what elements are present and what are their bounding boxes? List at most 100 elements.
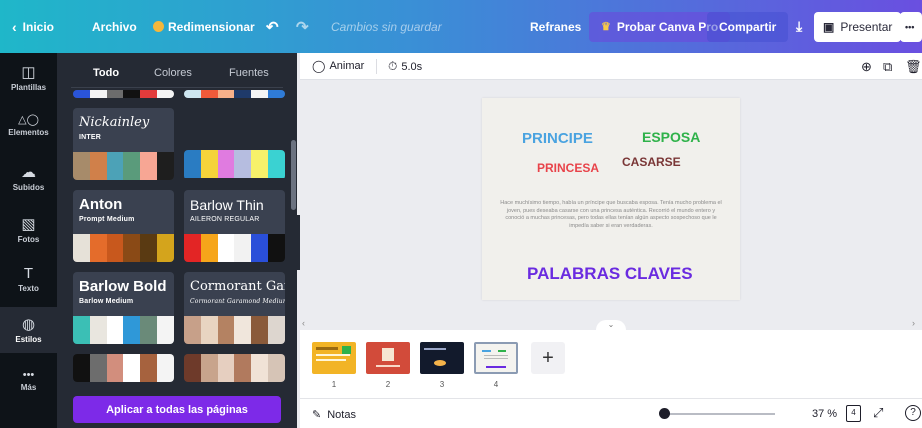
style-card[interactable]: Cormorant Gar Cormorant Garamond Medium xyxy=(184,272,285,344)
slide-word-esposa[interactable]: ESPOSA xyxy=(642,129,700,145)
home-button[interactable]: ‹ Inicio xyxy=(12,0,54,53)
plus-icon: + xyxy=(542,346,554,369)
page-count-icon[interactable]: 4 xyxy=(846,405,861,422)
scroll-right-icon[interactable]: › xyxy=(912,318,915,328)
undo-icon[interactable]: ↶ xyxy=(266,0,279,53)
style-card[interactable]: Anton Prompt Medium xyxy=(73,190,174,262)
slide-paragraph[interactable]: Hace muchísimo tiempo, había un príncipe… xyxy=(500,200,722,230)
style-card-title: Barlow Bold xyxy=(79,278,167,295)
style-card-subtitle: Cormorant Garamond Medium xyxy=(190,298,285,305)
file-menu[interactable]: Archivo xyxy=(92,0,137,53)
tab-colors[interactable]: Colores xyxy=(154,67,192,79)
more-options-button[interactable]: ••• xyxy=(900,11,922,42)
page-thumbnails: 1 2 3 4 + xyxy=(300,330,922,398)
sidebar-item-label: Texto xyxy=(18,284,39,293)
style-card-title: Nickainley xyxy=(79,115,150,130)
style-card[interactable]: Barlow Thin AILERON REGULAR xyxy=(184,190,285,262)
slide-word-princesa[interactable]: PRINCESA xyxy=(537,161,599,175)
sidebar-item-templates[interactable]: ◫ Plantillas xyxy=(0,59,57,99)
present-icon: ▣ xyxy=(823,19,835,34)
animate-label: Animar xyxy=(329,60,365,72)
help-icon[interactable]: ? xyxy=(905,405,921,421)
resize-button[interactable]: Redimensionar xyxy=(153,0,255,53)
style-card[interactable]: Barlow Bold Barlow Medium xyxy=(73,272,174,344)
present-button[interactable]: ▣ Presentar xyxy=(814,11,902,42)
scroll-left-icon[interactable]: ‹ xyxy=(302,318,305,328)
color-palette xyxy=(73,152,174,180)
page-number: 1 xyxy=(331,380,337,389)
sidebar-item-label: Plantillas xyxy=(10,83,47,92)
page-thumbnail-1[interactable] xyxy=(312,342,356,374)
tab-fonts[interactable]: Fuentes xyxy=(229,67,269,79)
upload-icon: ☁ xyxy=(21,164,36,181)
more-icon: ••• xyxy=(22,369,35,381)
sidebar-item-label: Más xyxy=(20,383,37,392)
apply-all-pages-button[interactable]: Aplicar a todas las páginas xyxy=(73,396,281,423)
present-label: Presentar xyxy=(840,19,893,34)
page-thumbnail-3[interactable] xyxy=(420,342,464,374)
sidebar-item-elements[interactable]: △◯ Elementos xyxy=(0,109,57,149)
sidebar-item-more[interactable]: ••• Más xyxy=(0,365,57,405)
slide-word-casarse[interactable]: CASARSE xyxy=(622,155,681,169)
color-palette xyxy=(73,316,174,344)
redo-icon[interactable]: ↷ xyxy=(296,0,309,53)
page-thumbnail-4[interactable] xyxy=(474,342,518,374)
duplicate-page-icon[interactable]: ⧉ xyxy=(883,59,892,75)
download-button[interactable]: ⤓ xyxy=(787,12,811,42)
style-card[interactable]: Nickainley INTER xyxy=(73,108,174,180)
photos-icon: ▧ xyxy=(21,216,36,233)
animate-icon: ◯ xyxy=(312,59,326,73)
style-card-title: Cormorant Gar xyxy=(190,279,285,294)
delete-page-icon[interactable]: 🗑 xyxy=(905,59,922,75)
templates-icon: ◫ xyxy=(21,64,36,81)
fullscreen-icon[interactable]: ⤢ xyxy=(873,405,883,421)
slide-heading[interactable]: PALABRAS CLAVES xyxy=(527,264,693,284)
notes-button[interactable]: ✎ Notas xyxy=(312,408,356,422)
page-number: 4 xyxy=(493,380,499,389)
style-card[interactable] xyxy=(73,354,174,382)
zoom-slider-handle[interactable] xyxy=(659,408,670,419)
sidebar-item-uploads[interactable]: ☁ Subidos xyxy=(0,159,57,199)
crown-coin-icon xyxy=(153,21,164,32)
save-status: Cambios sin guardar xyxy=(331,19,442,34)
toolbar-divider xyxy=(376,59,377,74)
styles-icon: ◍ xyxy=(21,316,36,333)
page-number: 3 xyxy=(439,380,445,389)
zoom-level[interactable]: 37 % xyxy=(812,408,837,420)
tabs-divider xyxy=(71,87,283,88)
style-card-subtitle: Barlow Medium xyxy=(79,298,134,305)
notes-label: Notas xyxy=(327,408,356,421)
style-card[interactable] xyxy=(184,150,285,180)
animate-button[interactable]: ◯ Animar xyxy=(312,59,364,73)
share-button[interactable]: Compartir xyxy=(707,11,789,42)
sidebar-item-label: Elementos xyxy=(8,128,49,137)
slide-page[interactable]: PRINCIPE ESPOSA PRINCESA CASARSE Hace mu… xyxy=(482,98,740,300)
sidebar-item-label: Fotos xyxy=(17,235,40,244)
panel-scrollbar[interactable] xyxy=(291,140,296,210)
try-pro-label: Probar Canva Pro xyxy=(616,19,719,34)
zoom-slider[interactable] xyxy=(665,413,775,415)
sidebar-item-styles[interactable]: ◍ Estilos xyxy=(0,307,57,353)
color-palette xyxy=(73,234,174,262)
resize-label: Redimensionar xyxy=(168,19,255,34)
sidebar-item-text[interactable]: T Texto xyxy=(0,261,57,301)
chevron-left-icon: ‹ xyxy=(12,18,17,35)
style-card[interactable] xyxy=(184,354,285,382)
document-title[interactable]: Refranes xyxy=(530,0,581,53)
add-page-button[interactable]: + xyxy=(531,342,565,374)
page-thumbnail-2[interactable] xyxy=(366,342,410,374)
page-number: 2 xyxy=(385,380,391,389)
sidebar-item-label: Estilos xyxy=(15,335,42,344)
sidebar-item-label: Subidos xyxy=(12,183,45,192)
editor-toolbar: ◯ Animar ⏱ 5.0s ⊕ ⧉ 🗑 xyxy=(300,53,922,80)
timer-icon: ⏱ xyxy=(388,59,398,73)
duration-button[interactable]: ⏱ 5.0s xyxy=(388,59,422,74)
tab-all[interactable]: Todo xyxy=(93,67,119,79)
add-page-icon[interactable]: ⊕ xyxy=(861,59,872,75)
slide-word-principe[interactable]: PRINCIPE xyxy=(522,130,593,147)
duration-label: 5.0s xyxy=(401,60,423,73)
sidebar-item-photos[interactable]: ▧ Fotos xyxy=(0,211,57,251)
style-card-partial[interactable] xyxy=(184,90,285,98)
notes-icon: ✎ xyxy=(312,409,322,421)
style-card-partial[interactable] xyxy=(73,90,174,98)
